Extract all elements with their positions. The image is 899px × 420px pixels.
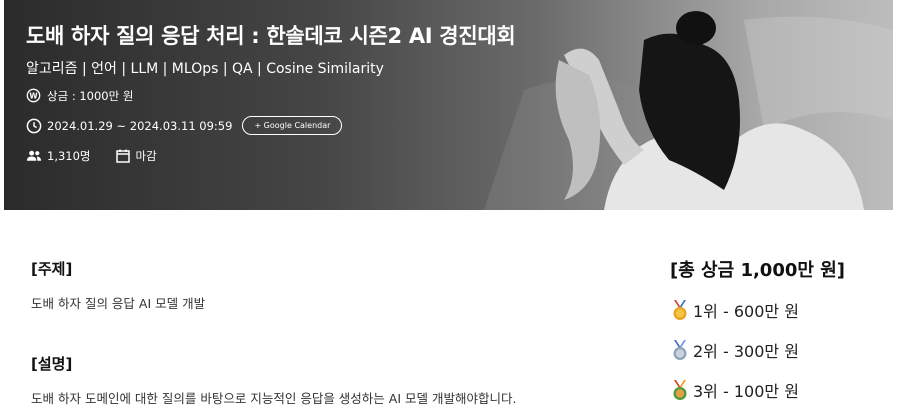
topic-heading: [주제] bbox=[31, 260, 73, 278]
svg-text:W: W bbox=[29, 91, 38, 100]
prize-third: 3위 - 100만 원 bbox=[670, 378, 890, 402]
clock-icon bbox=[26, 118, 42, 134]
overview-section: [주제] 도배 하자 질의 응답 AI 모델 개발 [설명] 도배 하자 도메인… bbox=[31, 258, 631, 407]
prize-row: W 상금 : 1000만 원 bbox=[26, 88, 515, 104]
total-prize-title: [총 상금 1,000만 원] bbox=[670, 260, 845, 281]
banner-content: 도배 하자 질의 응답 처리 : 한솔데코 시즌2 AI 경진대회 알고리즘 |… bbox=[26, 20, 516, 164]
description-heading: [설명] bbox=[31, 355, 73, 373]
competition-period: 2024.01.29 ~ 2024.03.11 09:59 bbox=[47, 118, 233, 133]
participants-stat: 1,310명 bbox=[26, 148, 91, 164]
period-row: 2024.01.29 ~ 2024.03.11 09:59 + Google C… bbox=[26, 116, 515, 135]
people-icon bbox=[26, 148, 42, 164]
participant-count: 1,310명 bbox=[47, 149, 91, 163]
prize-first-label: 1위 - 600만 원 bbox=[693, 302, 799, 321]
stats-row: 1,310명 마감 bbox=[26, 148, 515, 164]
google-calendar-button[interactable]: + Google Calendar bbox=[242, 116, 343, 135]
status-stat: 마감 bbox=[115, 148, 157, 164]
prize-second: 2위 - 300만 원 bbox=[670, 338, 890, 362]
bronze-medal-icon bbox=[673, 380, 687, 400]
gold-medal-icon bbox=[673, 300, 687, 320]
competition-title: 도배 하자 질의 응답 처리 : 한솔데코 시즌2 AI 경진대회 bbox=[26, 24, 516, 48]
prize-section: [총 상금 1,000만 원] 1위 - 600만 원 2위 - 300만 원 … bbox=[670, 256, 890, 402]
description-text: 도배 하자 도메인에 대한 질의를 바탕으로 지능적인 응답을 생성하는 AI … bbox=[31, 391, 517, 406]
won-coin-icon: W bbox=[26, 88, 42, 104]
calendar-icon bbox=[115, 148, 131, 164]
prize-third-label: 3위 - 100만 원 bbox=[693, 382, 799, 401]
competition-status: 마감 bbox=[135, 149, 157, 163]
competition-tags: 알고리즘 | 언어 | LLM | MLOps | QA | Cosine Si… bbox=[26, 61, 384, 77]
prize-second-label: 2위 - 300만 원 bbox=[693, 342, 799, 361]
prize-amount: 상금 : 1000만 원 bbox=[47, 89, 134, 103]
silver-medal-icon bbox=[673, 340, 687, 360]
prize-first: 1위 - 600만 원 bbox=[670, 298, 890, 322]
topic-text: 도배 하자 질의 응답 AI 모델 개발 bbox=[31, 296, 206, 311]
competition-banner: 도배 하자 질의 응답 처리 : 한솔데코 시즌2 AI 경진대회 알고리즘 |… bbox=[4, 0, 893, 210]
